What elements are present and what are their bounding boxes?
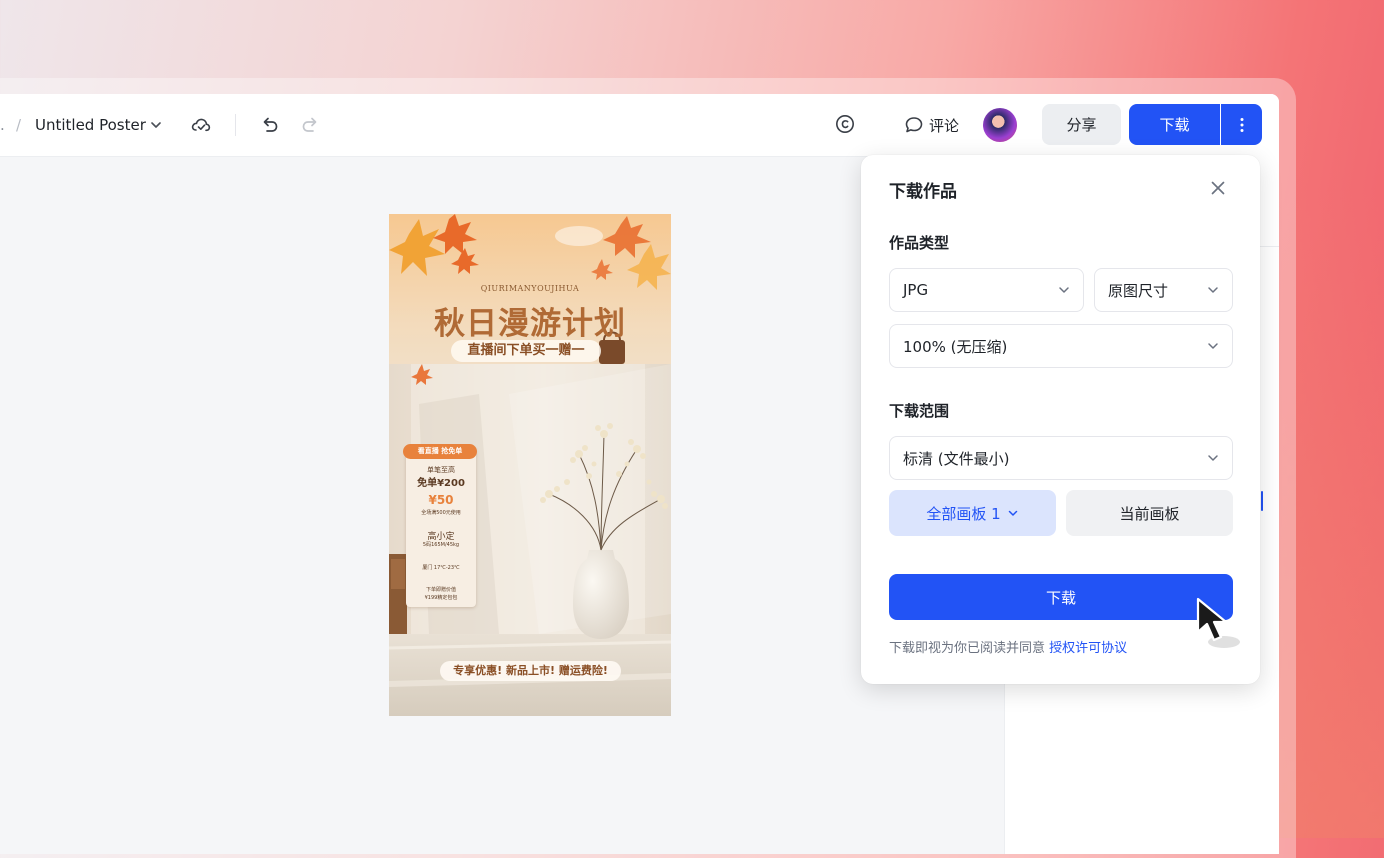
undo-icon[interactable]	[258, 114, 280, 136]
toolbar-divider	[235, 114, 236, 136]
promo-line: ¥50	[428, 493, 454, 507]
range-section-label: 下载范围	[889, 402, 950, 420]
copyright-icon[interactable]	[834, 113, 856, 135]
promo-line: ¥199精定包包	[424, 595, 458, 601]
chevron-down-icon	[1059, 287, 1069, 293]
agreement-text: 下载即视为你已阅读并同意	[889, 641, 1046, 656]
breadcrumb-parent[interactable]: .	[0, 116, 5, 134]
chevron-down-icon	[1208, 343, 1218, 349]
chevron-down-icon	[1008, 510, 1017, 516]
promo-header: 看直播 抢免单	[403, 444, 477, 459]
all-boards-option[interactable]: 全部画板 1	[889, 490, 1056, 536]
breadcrumb-separator: /	[16, 116, 22, 134]
poster-english-text: QIURIMANYOUJIHUA	[480, 284, 580, 293]
more-options-button[interactable]	[1221, 104, 1262, 145]
poster-subtitle: 直播间下单买一赠一	[451, 340, 601, 362]
resolution-select[interactable]: 标清 (文件最小)	[889, 436, 1233, 480]
quality-value: 100% (无压缩)	[903, 337, 1008, 356]
resolution-value: 标清 (文件最小)	[903, 449, 1010, 468]
comment-icon	[905, 117, 923, 133]
chevron-down-icon	[1208, 455, 1218, 461]
more-vertical-icon	[1240, 117, 1243, 132]
promo-line: 厦门 17℃-23℃	[422, 565, 460, 571]
poster-bottom-banner: 专享优惠! 新品上市! 赠运费险!	[440, 661, 621, 681]
promo-line: 全场满500元使用	[421, 510, 461, 516]
mouse-cursor-icon	[1196, 597, 1240, 648]
top-toolbar: . / Untitled Poster 评论 分享 下载	[0, 94, 1279, 157]
current-board-option[interactable]: 当前画板	[1066, 490, 1233, 536]
license-link[interactable]: 授权许可协议	[1049, 641, 1127, 656]
share-button[interactable]: 分享	[1042, 104, 1121, 145]
size-value: 原图尺寸	[1108, 281, 1169, 300]
document-title[interactable]: Untitled Poster	[35, 116, 146, 134]
comment-button[interactable]: 评论	[904, 112, 959, 138]
redo-icon[interactable]	[300, 114, 322, 136]
panel-accent-marker	[1261, 491, 1263, 511]
chevron-down-icon[interactable]	[149, 118, 163, 132]
all-boards-label: 全部画板 1	[926, 504, 1001, 523]
format-value: JPG	[903, 281, 929, 299]
comment-label: 评论	[929, 116, 960, 135]
download-button[interactable]: 下载	[1129, 104, 1220, 145]
chevron-down-icon	[1208, 287, 1218, 293]
type-section-label: 作品类型	[889, 234, 950, 252]
poster-canvas[interactable]: QIURIMANYOUJIHUA 秋日漫游计划 直播间下单买一赠一 单笔至高 免…	[389, 214, 671, 716]
format-select[interactable]: JPG	[889, 268, 1084, 312]
promo-card: 单笔至高 免单¥200 ¥50 全场满500元使用 高小定 5码165M/45k…	[406, 447, 476, 607]
size-select[interactable]: 原图尺寸	[1094, 268, 1233, 312]
close-icon[interactable]	[1208, 178, 1228, 198]
promo-line: 下单即赠价值	[425, 587, 456, 593]
agreement-note: 下载即视为你已阅读并同意 授权许可协议	[889, 637, 1127, 656]
confirm-download-button[interactable]: 下载	[889, 574, 1233, 620]
cloud-sync-icon[interactable]	[190, 114, 212, 136]
user-avatar[interactable]	[983, 108, 1017, 142]
poster-title: 秋日漫游计划	[434, 306, 626, 342]
quality-select[interactable]: 100% (无压缩)	[889, 324, 1233, 368]
dialog-title: 下载作品	[889, 182, 957, 202]
promo-line: 免单¥200	[417, 478, 465, 489]
promo-line: 5码165M/45kg	[422, 542, 460, 548]
